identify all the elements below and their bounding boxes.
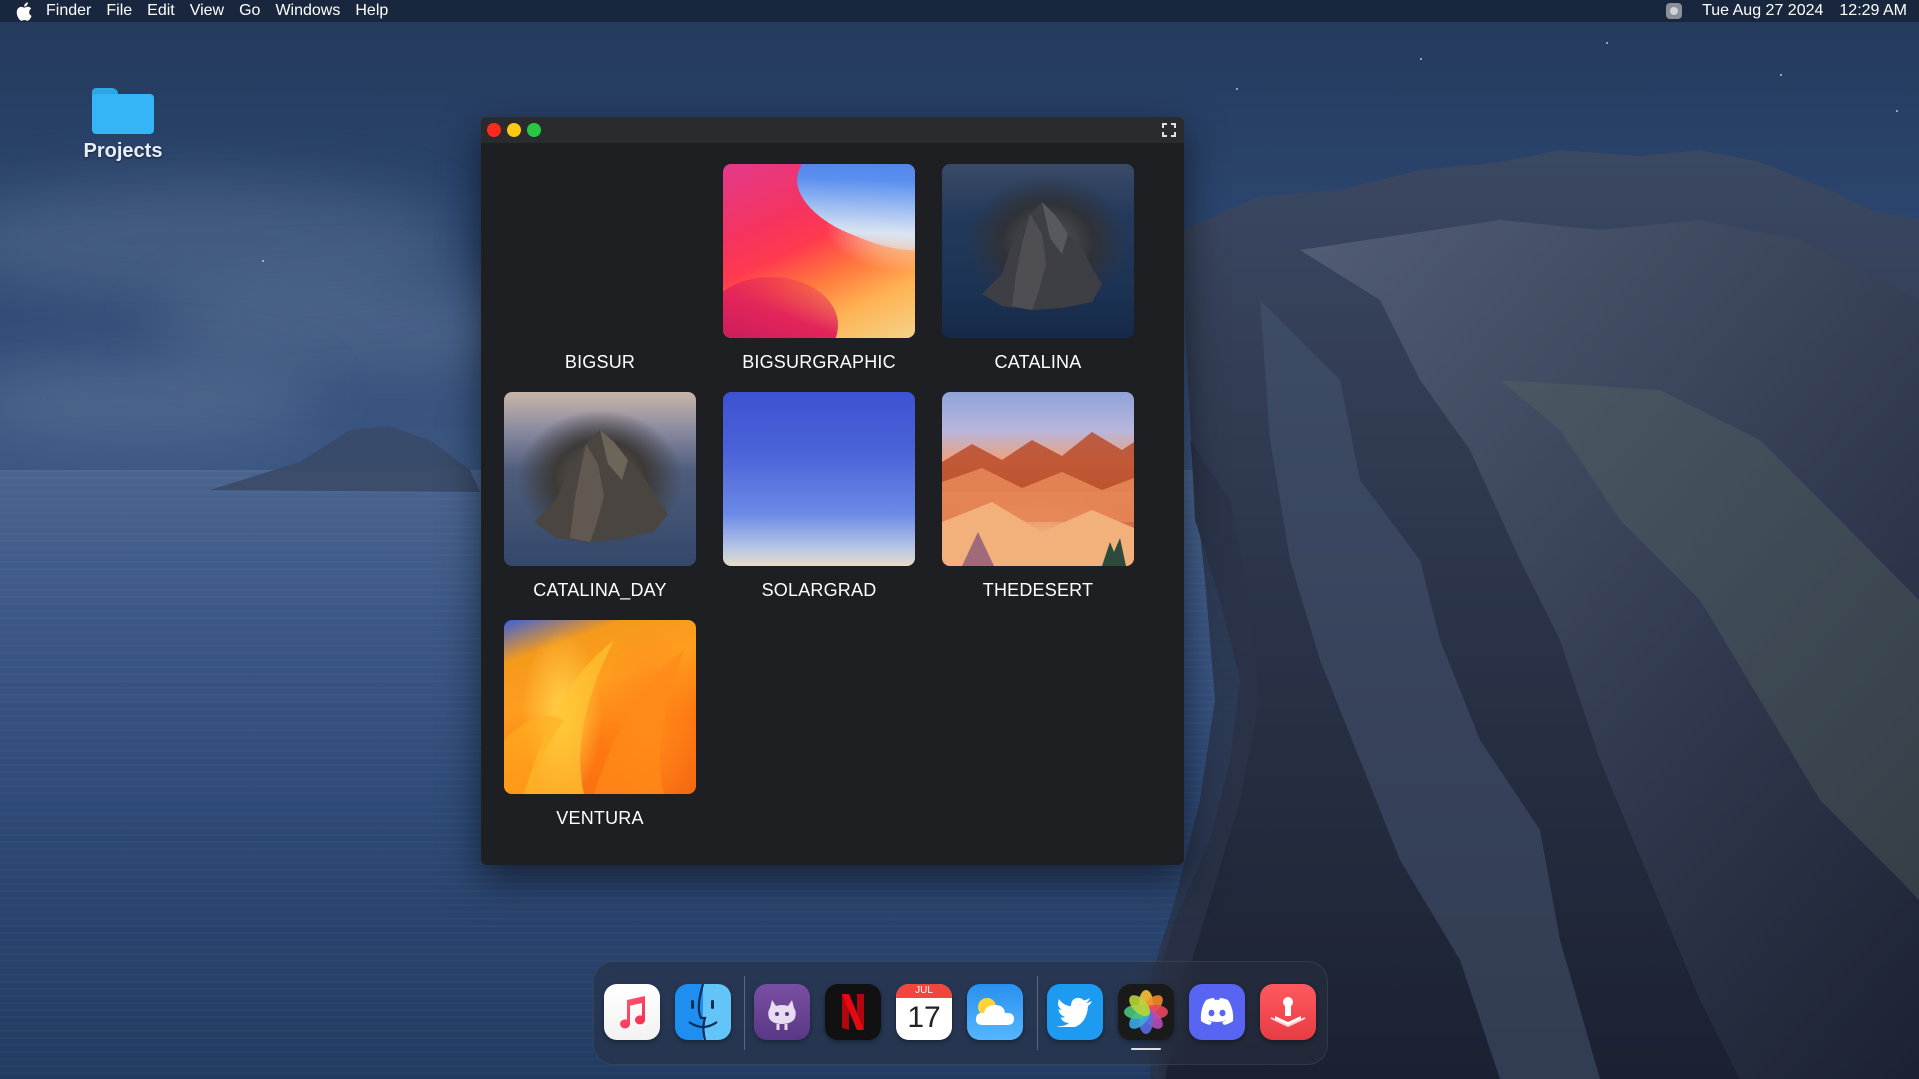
- wallpaper-name: SOLARGRAD: [761, 580, 877, 600]
- music-app-icon[interactable]: [604, 984, 660, 1040]
- calendar-month: JUL: [896, 984, 952, 998]
- minimize-button[interactable]: [507, 123, 521, 137]
- wallpaper-tile-bigsurgraphic[interactable]: BIGSURGRAPHIC: [722, 164, 916, 373]
- menu-edit[interactable]: Edit: [147, 0, 175, 22]
- calendar-icon[interactable]: JUL 17: [896, 984, 952, 1040]
- menu-file[interactable]: File: [106, 0, 132, 22]
- wallpaper-thumbnail: [504, 392, 696, 566]
- calendar-day: 17: [907, 1001, 941, 1034]
- wallpaper-picker-window: BIGSUR BIGSURGRAPHIC CATALINA CATALINA_D…: [481, 117, 1184, 865]
- menu-bar: Finder File Edit View Go Windows Help Tu…: [0, 0, 1919, 22]
- window-titlebar[interactable]: [481, 117, 1184, 143]
- apple-menu-icon[interactable]: [14, 1, 34, 21]
- menu-app-name[interactable]: Finder: [46, 0, 91, 22]
- dock: JUL 17: [593, 961, 1328, 1065]
- folder-icon: [92, 88, 154, 134]
- wallpaper-tile-thedesert[interactable]: THEDESERT: [941, 392, 1135, 601]
- wallpaper-name: THEDESERT: [982, 580, 1094, 600]
- wallpaper-name: BIGSURGRAPHIC: [742, 352, 896, 372]
- wallpaper-thumbnail: [723, 164, 915, 338]
- zoom-button[interactable]: [527, 123, 541, 137]
- wallpaper-grid: BIGSUR BIGSURGRAPHIC CATALINA CATALINA_D…: [481, 143, 1184, 865]
- menubar-date[interactable]: Tue Aug 27 2024: [1702, 2, 1823, 20]
- wallpaper-tile-ventura[interactable]: VENTURA: [503, 620, 697, 829]
- wallpaper-thumbnail: [942, 392, 1134, 566]
- wallpaper-name: CATALINA_DAY: [533, 580, 667, 600]
- menu-windows[interactable]: Windows: [275, 0, 340, 22]
- weather-cloud-icon[interactable]: [967, 984, 1023, 1040]
- wallpaper-thumbnail: [504, 620, 696, 794]
- menubar-time[interactable]: 12:29 AM: [1839, 2, 1907, 20]
- photos-flower-icon[interactable]: [1118, 984, 1174, 1040]
- menu-help[interactable]: Help: [355, 0, 388, 22]
- octocat-icon[interactable]: [754, 984, 810, 1040]
- wallpaper-name: CATALINA: [994, 352, 1082, 372]
- fullscreen-icon[interactable]: [1161, 122, 1177, 138]
- menu-view[interactable]: View: [190, 0, 224, 22]
- menu-go[interactable]: Go: [239, 0, 260, 22]
- twitter-bird-icon[interactable]: [1047, 984, 1103, 1040]
- wallpaper-thumbnail: [504, 164, 696, 338]
- wallpaper-tile-solargrad[interactable]: SOLARGRAD: [722, 392, 916, 601]
- finder-face-icon[interactable]: [675, 984, 731, 1040]
- desktop-folder-label: Projects: [83, 140, 163, 162]
- close-button[interactable]: [487, 123, 501, 137]
- dropzone-icon[interactable]: [1260, 984, 1316, 1040]
- wallpaper-tile-bigsur[interactable]: BIGSUR: [503, 164, 697, 373]
- wallpaper-tile-catalina[interactable]: CATALINA: [941, 164, 1135, 373]
- wallpaper-thumbnail: [723, 392, 915, 566]
- wallpaper-name: VENTURA: [556, 808, 644, 828]
- desktop-folder-projects[interactable]: Projects: [78, 88, 168, 163]
- discord-icon[interactable]: [1189, 984, 1245, 1040]
- wallpaper-tile-catalina-day[interactable]: CATALINA_DAY: [503, 392, 697, 601]
- control-center-icon[interactable]: [1666, 3, 1683, 19]
- wallpaper-thumbnail: [942, 164, 1134, 338]
- netflix-n-icon[interactable]: [825, 984, 881, 1040]
- wallpaper-name: BIGSUR: [564, 352, 636, 372]
- running-app-indicator: [1131, 1048, 1161, 1050]
